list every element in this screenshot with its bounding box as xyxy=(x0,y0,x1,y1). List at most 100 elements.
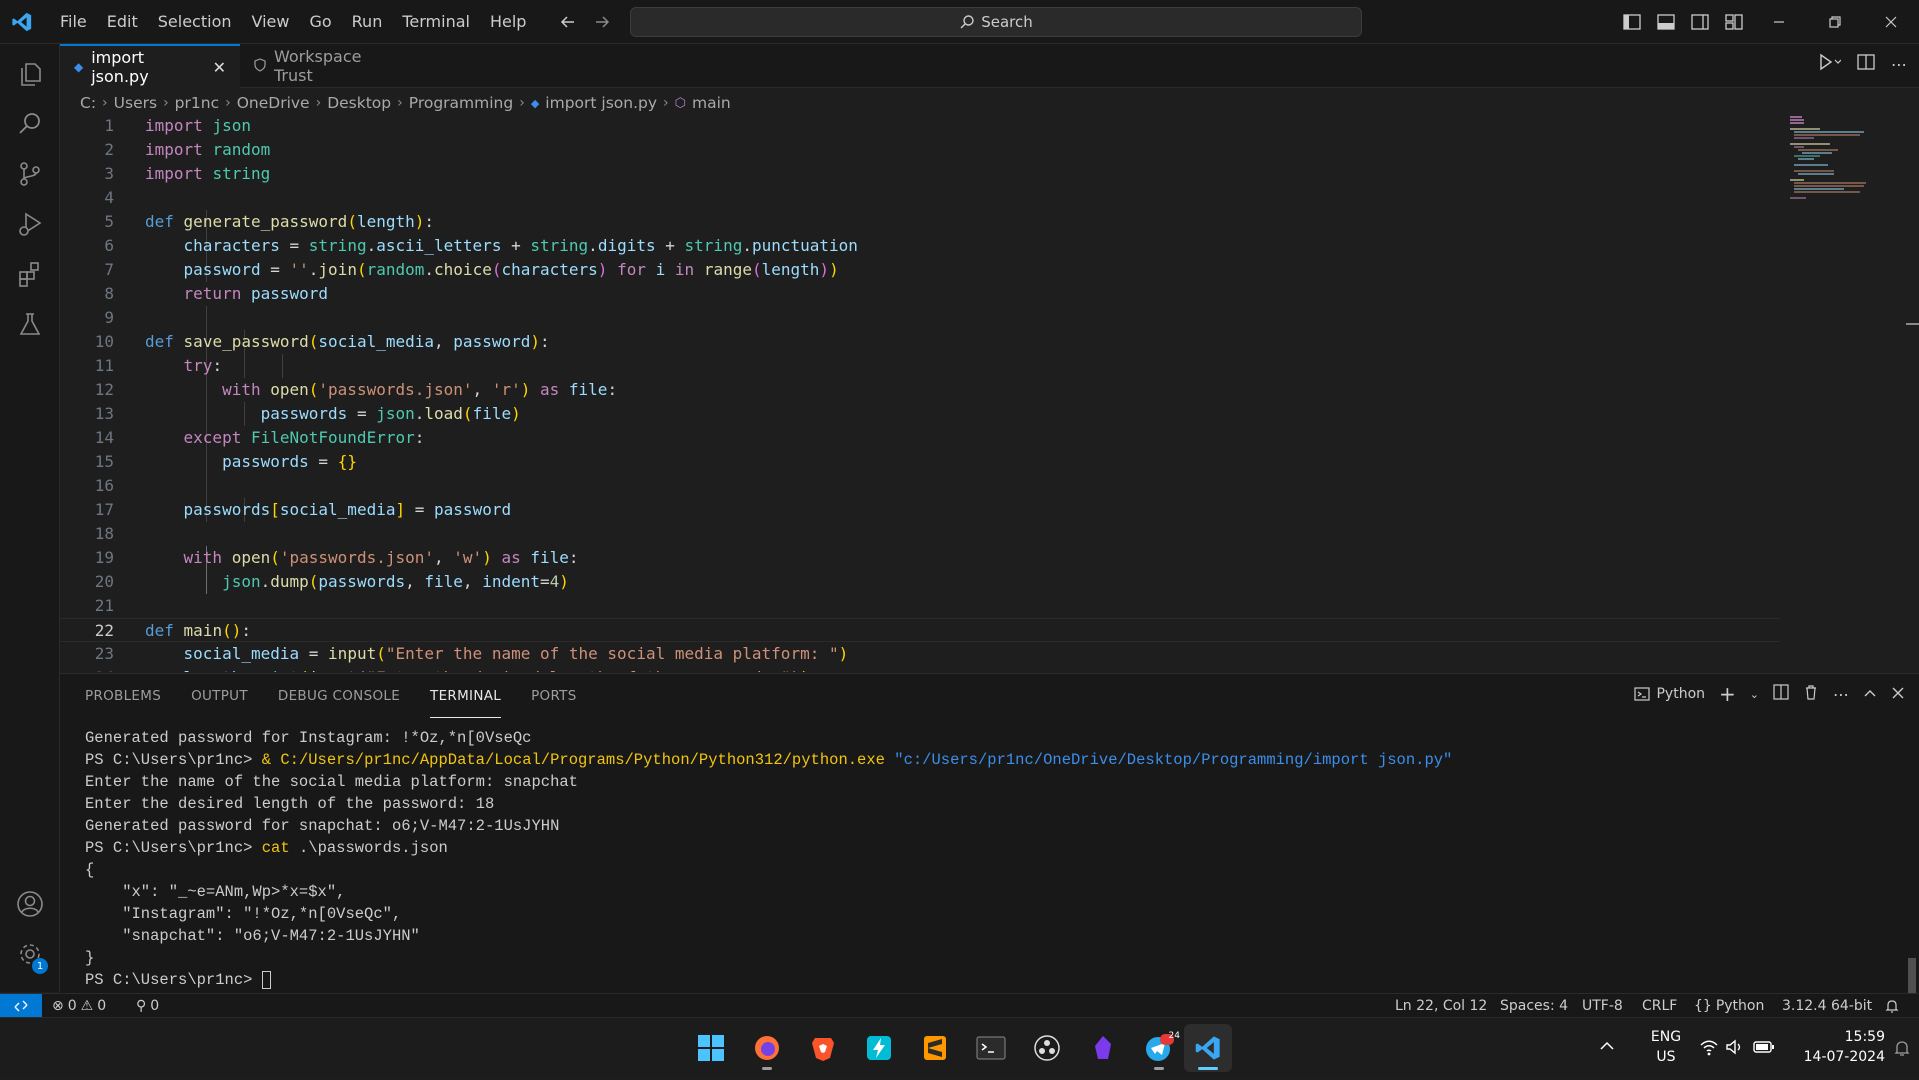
minimap[interactable] xyxy=(1790,114,1880,204)
more-actions-icon[interactable]: ⋯ xyxy=(1833,685,1849,704)
trash-icon[interactable] xyxy=(1803,684,1819,704)
ports-status[interactable]: ⚲ 0 xyxy=(136,994,159,1018)
sublime-text-icon[interactable] xyxy=(911,1024,959,1072)
toggle-panel-icon[interactable] xyxy=(1654,8,1678,36)
menu-terminal[interactable]: Terminal xyxy=(392,0,480,44)
close-panel-icon[interactable] xyxy=(1891,685,1905,704)
menu-help[interactable]: Help xyxy=(480,0,536,44)
chevron-down-icon[interactable]: ⌄ xyxy=(1750,688,1759,701)
toggle-primary-sidebar-icon[interactable] xyxy=(1620,8,1644,36)
menu-file[interactable]: File xyxy=(50,0,97,44)
python-file-icon: ◆ xyxy=(530,96,540,110)
line-number: 12 xyxy=(94,380,114,399)
breadcrumb-item[interactable]: OneDrive xyxy=(237,94,310,112)
breadcrumb-item[interactable]: Users xyxy=(114,94,157,112)
menu-run[interactable]: Run xyxy=(342,0,393,44)
line-number: 23 xyxy=(94,644,114,663)
new-terminal-plus-icon[interactable]: + xyxy=(1719,682,1736,706)
toggle-secondary-sidebar-icon[interactable] xyxy=(1688,8,1712,36)
terminal-line: "Instagram": "!*Oz,*n[0VseQc", xyxy=(85,905,402,923)
remote-window-icon[interactable] xyxy=(0,994,42,1018)
close-tab-icon[interactable]: ✕ xyxy=(213,58,226,77)
terminal-line: } xyxy=(85,949,95,967)
forward-arrow-icon[interactable] xyxy=(590,8,614,36)
indentation[interactable]: Spaces: 4 xyxy=(1500,994,1568,1018)
obsidian-icon[interactable] xyxy=(1079,1024,1127,1072)
terminal-app-icon[interactable] xyxy=(967,1024,1015,1072)
menu-view[interactable]: View xyxy=(242,0,300,44)
customize-layout-icon[interactable] xyxy=(1722,8,1746,36)
code-line: 7 password = ''.join(random.choice(chara… xyxy=(60,258,1780,282)
more-actions-icon[interactable]: ⋯ xyxy=(1891,55,1907,74)
volume-icon[interactable] xyxy=(1725,1038,1743,1060)
line-number: 19 xyxy=(94,548,114,567)
back-arrow-icon[interactable] xyxy=(556,8,580,36)
breadcrumb-item[interactable]: Programming xyxy=(409,94,513,112)
cursor-position[interactable]: Ln 22, Col 12 xyxy=(1395,994,1487,1018)
brave-browser-icon[interactable] xyxy=(799,1024,847,1072)
panel-tabs: PROBLEMS OUTPUT DEBUG CONSOLE TERMINAL P… xyxy=(85,674,577,718)
wifi-icon[interactable] xyxy=(1699,1038,1719,1060)
encoding[interactable]: UTF-8 xyxy=(1582,994,1623,1018)
obs-studio-icon[interactable] xyxy=(1023,1024,1071,1072)
windows-start-icon[interactable] xyxy=(687,1024,735,1072)
firefox-icon[interactable] xyxy=(743,1024,791,1072)
code-line: 20 json.dump(passwords, file, indent=4) xyxy=(60,570,1780,594)
editor-scrollbar[interactable] xyxy=(1906,114,1919,672)
manage-gear-icon[interactable]: 1 xyxy=(0,924,60,984)
close-window-icon[interactable] xyxy=(1863,0,1919,44)
input-language[interactable]: ENG US xyxy=(1641,1027,1691,1067)
terminal-scrollbar[interactable] xyxy=(1905,718,1919,1028)
chevron-right-icon: › xyxy=(102,95,108,111)
activity-bar: 1 xyxy=(0,44,60,992)
telegram-badge: 24 xyxy=(1168,1031,1180,1041)
restore-icon[interactable] xyxy=(1807,0,1863,44)
breadcrumb-item[interactable]: C: xyxy=(80,94,96,112)
telegram-icon[interactable]: 24 xyxy=(1135,1024,1183,1072)
breadcrumb-item[interactable]: Desktop xyxy=(327,94,391,112)
tab-terminal[interactable]: TERMINAL xyxy=(430,674,502,718)
tab-workspace-trust[interactable]: Workspace Trust xyxy=(240,44,400,88)
bolt-app-icon[interactable] xyxy=(855,1024,903,1072)
notification-center-bell-icon[interactable] xyxy=(1893,1039,1911,1061)
tab-output[interactable]: OUTPUT xyxy=(191,674,248,718)
show-hidden-icons-chevron-icon[interactable] xyxy=(1599,1038,1615,1058)
tab-debug-console[interactable]: DEBUG CONSOLE xyxy=(278,674,400,718)
python-interpreter[interactable]: 3.12.4 64-bit xyxy=(1782,994,1872,1018)
tab-ports[interactable]: PORTS xyxy=(531,674,576,718)
code-editor[interactable]: 1 import json 2 import random 3 import stri… xyxy=(60,114,1780,672)
split-editor-icon[interactable] xyxy=(1857,54,1875,74)
breadcrumb-item[interactable]: pr1nc xyxy=(175,94,219,112)
battery-icon[interactable] xyxy=(1753,1039,1775,1059)
layout-controls xyxy=(1620,8,1746,36)
terminal-shell-selector[interactable]: Python xyxy=(1634,686,1705,702)
language-mode[interactable]: {} Python xyxy=(1694,994,1764,1018)
code-line: 6 characters = string.ascii_letters + st… xyxy=(60,234,1780,258)
terminal-output[interactable]: Generated password for Instagram: !*Oz,*… xyxy=(85,727,1452,991)
tab-import-json-py[interactable]: ◆ import json.py ✕ xyxy=(60,44,240,88)
breadcrumb-item[interactable]: main xyxy=(692,94,731,112)
vscode-taskbar-icon[interactable] xyxy=(1184,1024,1232,1072)
testing-flask-icon[interactable] xyxy=(0,294,60,354)
clock[interactable]: 15:59 14-07-2024 xyxy=(1785,1027,1885,1067)
code-line: 9 xyxy=(60,306,1780,330)
terminal-command-line: PS C:\Users\pr1nc> cat .\passwords.json xyxy=(85,839,448,857)
command-center-search[interactable]: Search xyxy=(630,7,1362,37)
maximize-panel-chevron-up-icon[interactable] xyxy=(1863,685,1877,704)
menu-selection[interactable]: Selection xyxy=(148,0,242,44)
search-icon xyxy=(960,15,974,29)
window-controls xyxy=(1751,0,1919,44)
tab-problems[interactable]: PROBLEMS xyxy=(85,674,161,718)
terminal-prompt-line[interactable]: PS C:\Users\pr1nc> xyxy=(85,969,1452,991)
problems-status[interactable]: ⊗ 0 ⚠ 0 xyxy=(52,994,106,1018)
split-terminal-icon[interactable] xyxy=(1773,684,1789,704)
menu-edit[interactable]: Edit xyxy=(97,0,148,44)
line-ending[interactable]: CRLF xyxy=(1642,994,1677,1018)
minimize-icon[interactable] xyxy=(1751,0,1807,44)
menu-go[interactable]: Go xyxy=(299,0,341,44)
run-python-file-icon[interactable] xyxy=(1817,52,1842,76)
breadcrumb-item[interactable]: import json.py xyxy=(545,94,657,112)
notifications-bell-icon[interactable] xyxy=(1884,994,1900,1018)
terminal-icon xyxy=(1634,687,1651,701)
code-line: 8 return password xyxy=(60,282,1780,306)
